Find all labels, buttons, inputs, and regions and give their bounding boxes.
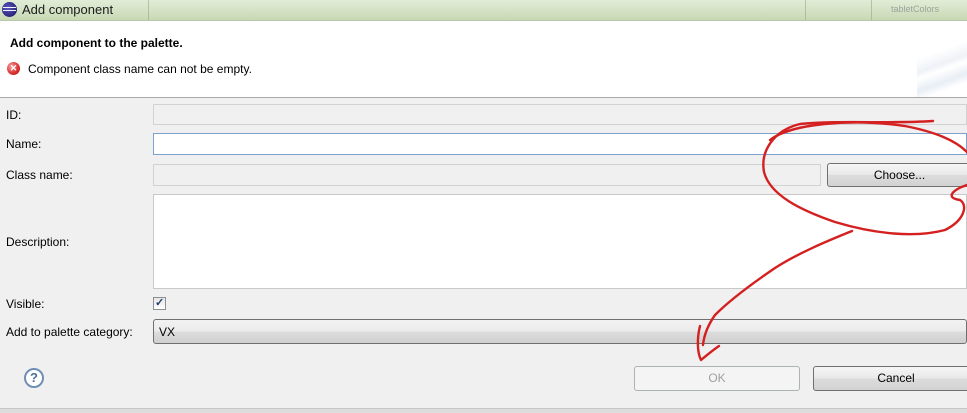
cancel-button[interactable]: Cancel (813, 366, 967, 391)
background-window-label: tabletColors (891, 4, 940, 14)
name-label: Name: (6, 137, 42, 151)
eclipse-icon (2, 2, 17, 17)
window-title: Add component (22, 2, 114, 17)
help-icon[interactable]: ? (24, 368, 44, 388)
description-field[interactable] (153, 194, 967, 289)
id-label: ID: (6, 108, 22, 122)
class-name-label: Class name: (6, 168, 73, 182)
category-label: Add to palette category: (6, 325, 133, 339)
dialog-title: Add component to the palette. (10, 36, 183, 50)
visible-label: Visible: (6, 297, 45, 311)
background-divider (148, 0, 149, 20)
choose-button[interactable]: Choose... (827, 163, 967, 187)
id-field[interactable] (153, 104, 967, 125)
checkmark-icon: ✓ (155, 297, 165, 309)
background-divider (871, 0, 872, 20)
background-divider (805, 0, 806, 20)
category-select-value: VX (159, 325, 176, 339)
error-icon: ✕ (7, 62, 20, 75)
visible-checkbox[interactable]: ✓ (153, 297, 166, 310)
category-select[interactable]: VX (153, 319, 967, 344)
name-field[interactable] (153, 133, 967, 155)
bottom-edge (0, 408, 967, 413)
description-label: Description: (6, 235, 70, 249)
title-bar: Add component tabletColors (0, 0, 967, 21)
error-message: Component class name can not be empty. (28, 62, 252, 76)
ok-button[interactable]: OK (634, 366, 800, 391)
header-banner-decoration (917, 21, 967, 97)
class-name-field[interactable] (153, 164, 821, 186)
dialog-header: Add component to the palette. ✕ Componen… (0, 21, 967, 98)
